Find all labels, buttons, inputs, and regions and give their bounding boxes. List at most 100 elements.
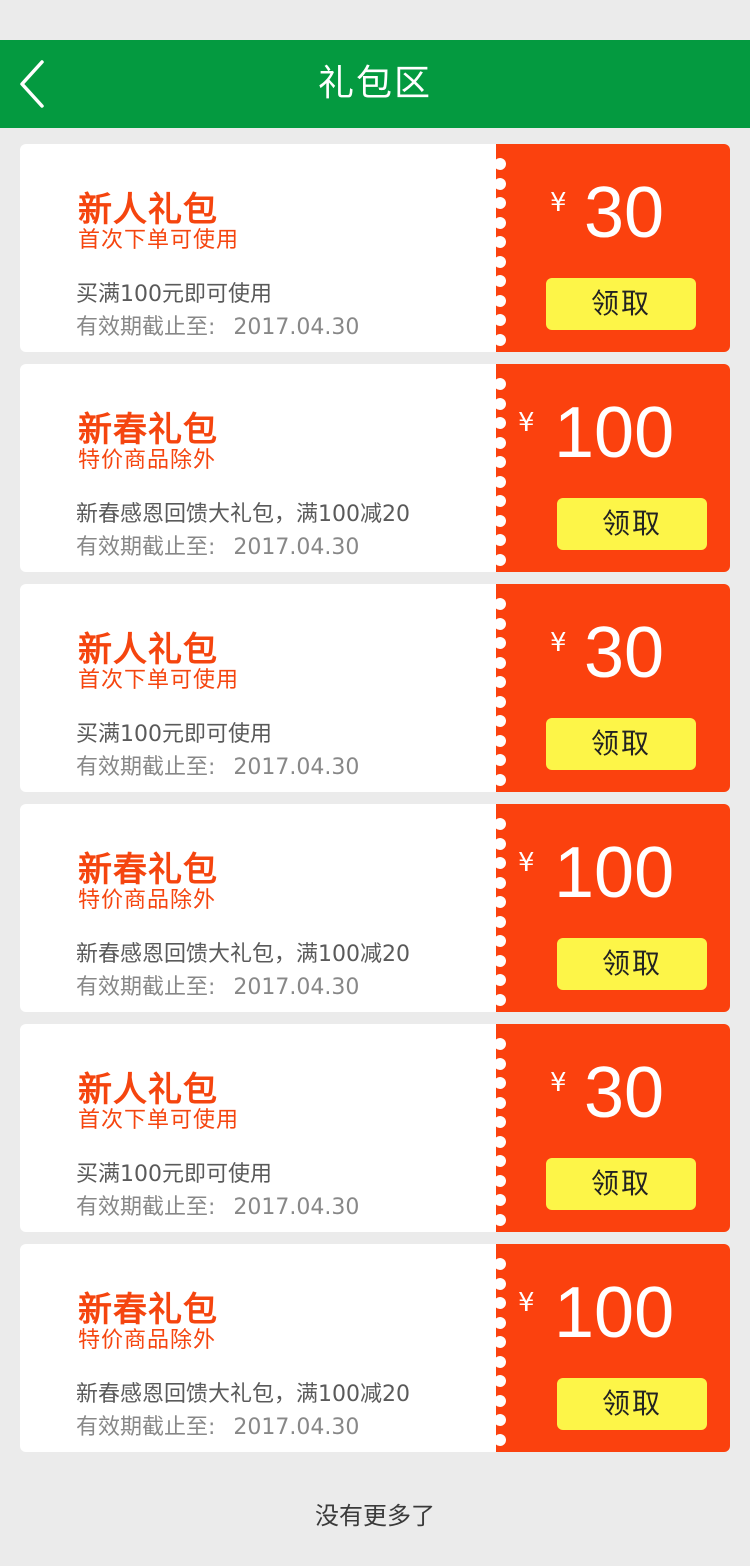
perforation-dot — [496, 1038, 506, 1050]
coupon-amount: 30 — [584, 613, 665, 693]
claim-button[interactable]: 领取 — [546, 278, 696, 330]
coupon-description: 买满100元即可使用 — [76, 1162, 272, 1187]
coupon-validity: 有效期截止至: 2017.04.30 — [76, 529, 359, 561]
perforation-dot — [496, 236, 506, 248]
perforation-dot — [496, 177, 506, 190]
claim-button[interactable]: 领取 — [546, 1158, 696, 1210]
perforation-dot — [496, 275, 506, 287]
perforation-dot — [496, 314, 506, 326]
perforation-dot — [496, 993, 506, 1006]
perforation-dot — [496, 656, 506, 669]
coupon-subtitle: 特价商品除外 — [78, 888, 217, 913]
perforation-dot — [496, 333, 506, 346]
perforation-dot — [496, 436, 506, 449]
coupon-description: 新春感恩回馈大礼包，满100减20 — [76, 1382, 410, 1407]
perforation-dot — [496, 1174, 506, 1187]
perforation-dot — [496, 915, 506, 928]
validity-label: 有效期截止至: — [76, 1195, 216, 1220]
perforation-dot — [496, 1194, 506, 1206]
perforation-dot — [496, 417, 506, 429]
currency-symbol: ¥ — [550, 1068, 567, 1098]
perforation-dot — [496, 954, 506, 967]
perforation-dot — [496, 715, 506, 727]
perforation-dot — [496, 1096, 506, 1109]
perforation-dot — [496, 158, 506, 170]
perforation-dot — [496, 197, 506, 209]
perforation-dot — [496, 818, 506, 830]
validity-label: 有效期截止至: — [76, 315, 216, 340]
perforation-dot — [496, 1433, 506, 1446]
coupon-value-panel: ¥ 100 领取 — [496, 364, 730, 572]
coupon-info: 新人礼包 首次下单可使用 买满100元即可使用 有效期截止至: 2017.04.3… — [20, 1024, 514, 1232]
perforation-dot — [496, 255, 506, 268]
perforation-dot — [496, 1135, 506, 1148]
coupon-amount: 100 — [554, 833, 675, 913]
coupon-info: 新人礼包 首次下单可使用 买满100元即可使用 有效期截止至: 2017.04.3… — [20, 584, 514, 792]
perforation-dot — [496, 1155, 506, 1167]
coupon-info: 新人礼包 首次下单可使用 买满100元即可使用 有效期截止至: 2017.04.3… — [20, 144, 514, 352]
coupon-description: 买满100元即可使用 — [76, 722, 272, 747]
perforation-dot — [496, 773, 506, 786]
coupon-info: 新春礼包 特价商品除外 新春感恩回馈大礼包，满100减20 有效期截止至: 201… — [20, 364, 514, 572]
currency-symbol: ¥ — [518, 848, 535, 878]
perforation-dot — [496, 734, 506, 747]
perforation-dot — [496, 1057, 506, 1070]
coupon-value-panel: ¥ 30 领取 — [496, 1024, 730, 1232]
perforation-dot — [496, 974, 506, 986]
nav-header: 礼包区 — [0, 40, 750, 128]
perforation-dot — [496, 514, 506, 527]
perforation-dot — [496, 676, 506, 688]
coupon-value-panel: ¥ 100 领取 — [496, 804, 730, 1012]
perforation-dot — [496, 216, 506, 229]
coupon-list: 新人礼包 首次下单可使用 买满100元即可使用 有效期截止至: 2017.04.3… — [20, 144, 730, 1464]
perforation-dot — [496, 1116, 506, 1128]
coupon-subtitle: 首次下单可使用 — [78, 1108, 240, 1133]
coupon-value-panel: ¥ 30 领取 — [496, 584, 730, 792]
coupon-description: 买满100元即可使用 — [76, 282, 272, 307]
coupon-subtitle: 首次下单可使用 — [78, 668, 240, 693]
perforation-dot — [496, 1297, 506, 1309]
coupon-amount: 100 — [554, 393, 675, 473]
coupon-info: 新春礼包 特价商品除外 新春感恩回馈大礼包，满100减20 有效期截止至: 201… — [20, 804, 514, 1012]
coupon-card: 新春礼包 特价商品除外 新春感恩回馈大礼包，满100减20 有效期截止至: 201… — [20, 364, 730, 572]
perforation-dot — [496, 397, 506, 410]
coupon-description: 新春感恩回馈大礼包，满100减20 — [76, 502, 410, 527]
perforation-dot — [496, 1213, 506, 1226]
validity-date: 2017.04.30 — [233, 1415, 360, 1440]
validity-label: 有效期截止至: — [76, 975, 216, 1000]
coupon-card: 新人礼包 首次下单可使用 买满100元即可使用 有效期截止至: 2017.04.3… — [20, 584, 730, 792]
currency-symbol: ¥ — [518, 1288, 535, 1318]
coupon-validity: 有效期截止至: 2017.04.30 — [76, 749, 359, 781]
coupon-description: 新春感恩回馈大礼包，满100减20 — [76, 942, 410, 967]
perforation-dot — [496, 294, 506, 307]
coupon-amount: 30 — [584, 173, 665, 253]
perforation-dot — [496, 1394, 506, 1407]
validity-date: 2017.04.30 — [233, 755, 360, 780]
claim-button[interactable]: 领取 — [546, 718, 696, 770]
perforation-dot — [496, 935, 506, 947]
claim-button[interactable]: 领取 — [557, 938, 707, 990]
coupon-value-panel: ¥ 100 领取 — [496, 1244, 730, 1452]
perforation-dot — [496, 896, 506, 908]
claim-button[interactable]: 领取 — [557, 498, 707, 550]
perforation-dot — [496, 617, 506, 630]
perforation-dot — [496, 637, 506, 649]
currency-symbol: ¥ — [550, 188, 567, 218]
perforation-dot — [496, 695, 506, 708]
validity-label: 有效期截止至: — [76, 755, 216, 780]
perforation-dot — [496, 1375, 506, 1387]
claim-button[interactable]: 领取 — [557, 1378, 707, 1430]
coupon-card: 新人礼包 首次下单可使用 买满100元即可使用 有效期截止至: 2017.04.3… — [20, 1024, 730, 1232]
perforation-dot — [496, 857, 506, 869]
perforation-dot — [496, 534, 506, 546]
perforation-dot — [496, 1258, 506, 1270]
coupon-validity: 有效期截止至: 2017.04.30 — [76, 1409, 359, 1441]
coupon-subtitle: 首次下单可使用 — [78, 228, 240, 253]
perforation-dot — [496, 1316, 506, 1329]
perforation-dot — [496, 754, 506, 766]
coupon-validity: 有效期截止至: 2017.04.30 — [76, 309, 359, 341]
validity-date: 2017.04.30 — [233, 315, 360, 340]
coupon-validity: 有效期截止至: 2017.04.30 — [76, 969, 359, 1001]
coupon-subtitle: 特价商品除外 — [78, 448, 217, 473]
perforation-dot — [496, 495, 506, 507]
